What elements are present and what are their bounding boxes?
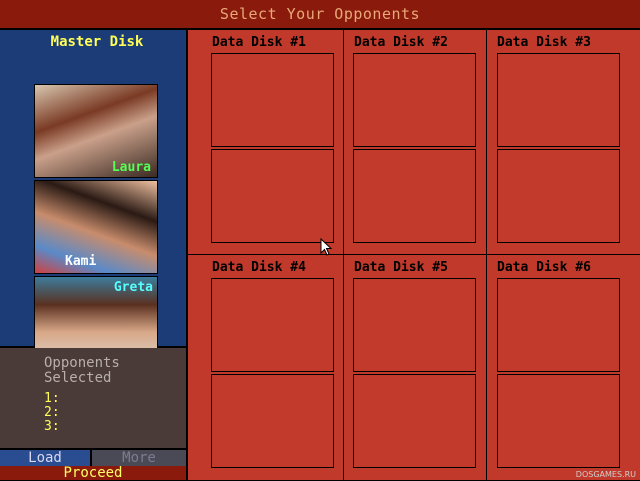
data-disk-6-title: Data Disk #6	[497, 260, 591, 275]
data-disk-2: Data Disk #2	[344, 30, 487, 255]
master-disk-title: Master Disk	[50, 34, 144, 50]
data-disk-5-slot-a[interactable]	[353, 278, 476, 372]
opponent-name-greta: Greta	[113, 280, 153, 295]
data-disk-4-title: Data Disk #4	[212, 260, 306, 275]
data-disks-grid: Data Disk #1 Data Disk #2 Data Disk #3 D…	[188, 30, 640, 480]
selected-slots: 1: 2: 3:	[44, 392, 60, 434]
data-disk-3-slot-a[interactable]	[497, 53, 620, 147]
selected-slot-3: 3:	[44, 419, 60, 434]
data-disk-6-slot-b[interactable]	[497, 374, 620, 468]
selected-title: Opponents Selected	[44, 355, 120, 386]
data-disk-2-slot-b[interactable]	[353, 149, 476, 243]
data-disk-6: Data Disk #6	[487, 255, 640, 480]
opponent-portrait-kami[interactable]: Kami	[34, 180, 158, 274]
screen-title: Select Your Opponents	[0, 0, 640, 30]
selected-slot-2: 2:	[44, 405, 60, 420]
selected-slot-1: 1:	[44, 391, 60, 406]
data-disk-1: Data Disk #1	[188, 30, 344, 255]
load-button[interactable]: Load	[0, 450, 90, 466]
data-disk-5: Data Disk #5	[344, 255, 487, 480]
data-disk-5-title: Data Disk #5	[354, 260, 448, 275]
data-disk-1-slot-a[interactable]	[211, 53, 334, 147]
data-disk-3-slot-b[interactable]	[497, 149, 620, 243]
button-row: Load More	[0, 450, 186, 466]
opponent-name-kami: Kami	[65, 254, 97, 269]
data-disk-3: Data Disk #3	[487, 30, 640, 255]
master-disk-panel: Master Disk Laura Kami Greta	[0, 30, 188, 370]
data-disk-1-slot-b[interactable]	[211, 149, 334, 243]
data-disk-5-slot-b[interactable]	[353, 374, 476, 468]
mouse-pointer-icon	[320, 238, 332, 256]
data-disk-6-slot-a[interactable]	[497, 278, 620, 372]
data-disk-1-title: Data Disk #1	[212, 35, 306, 50]
data-disk-2-title: Data Disk #2	[354, 35, 448, 50]
data-disk-2-slot-a[interactable]	[353, 53, 476, 147]
opponent-name-laura: Laura	[111, 160, 151, 175]
more-button[interactable]: More	[92, 450, 186, 466]
data-disk-4: Data Disk #4	[188, 255, 344, 480]
opponent-portrait-laura[interactable]: Laura	[34, 84, 158, 178]
data-disk-3-title: Data Disk #3	[497, 35, 591, 50]
data-disk-4-slot-b[interactable]	[211, 374, 334, 468]
watermark: DOSGAMES.RU	[575, 470, 636, 479]
selected-opponents-panel: Opponents Selected 1: 2: 3:	[0, 348, 188, 448]
data-disk-4-slot-a[interactable]	[211, 278, 334, 372]
proceed-button[interactable]: Proceed	[0, 466, 186, 480]
